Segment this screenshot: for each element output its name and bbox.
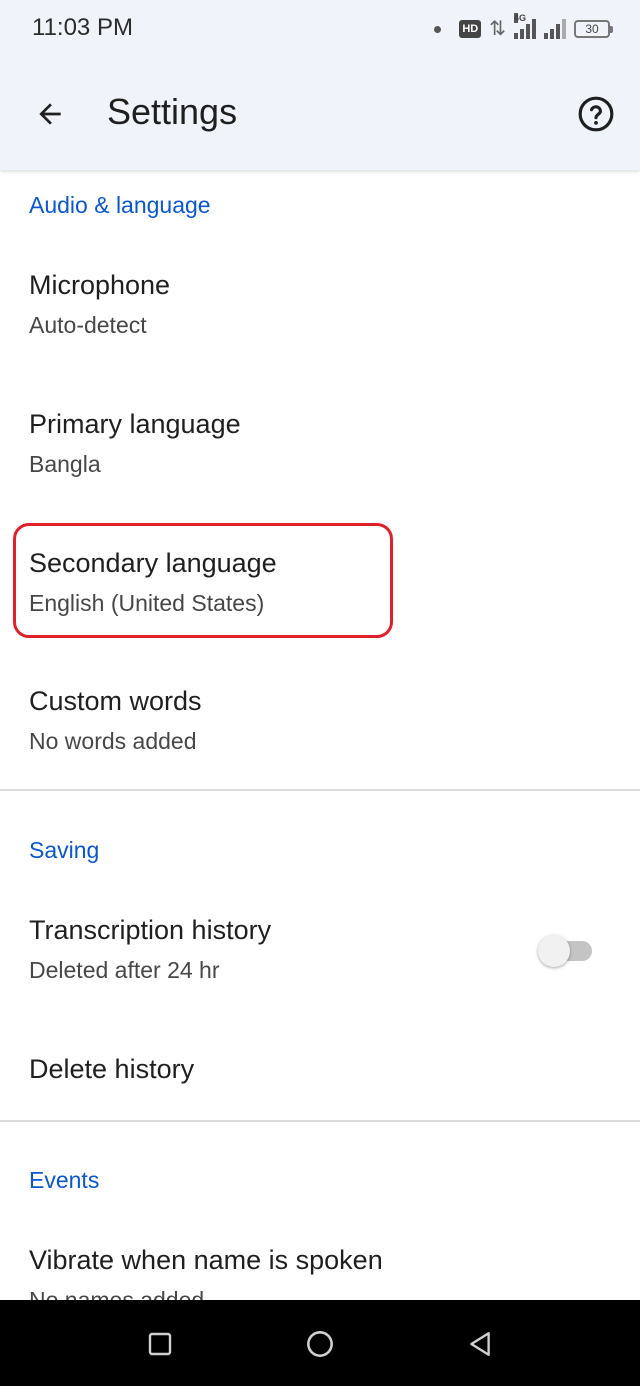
setting-title: Primary language	[29, 409, 241, 439]
help-circle-icon	[578, 96, 614, 132]
home-button[interactable]	[298, 1322, 342, 1366]
setting-item-primary-language[interactable]: Primary language Bangla	[0, 409, 640, 499]
section-header-audio-language: Audio & language	[29, 192, 211, 218]
network-type-label: 4G	[514, 13, 527, 23]
setting-subtitle: English (United States)	[29, 590, 265, 616]
data-activity-icon: ⇅	[489, 18, 506, 40]
setting-item-microphone[interactable]: Microphone Auto-detect	[0, 270, 640, 360]
app-bar: Settings	[0, 58, 640, 170]
back-button[interactable]	[26, 88, 74, 140]
arrow-back-icon	[39, 103, 61, 125]
setting-subtitle: Deleted after 24 hr	[29, 957, 220, 983]
system-nav-bar	[0, 1300, 640, 1386]
setting-title: Secondary language	[29, 548, 277, 578]
help-button[interactable]	[574, 92, 618, 136]
signal-4g-icon: 4G	[514, 13, 536, 39]
setting-item-custom-words[interactable]: Custom words No words added	[0, 686, 640, 776]
section-divider	[0, 1120, 640, 1122]
setting-title: Vibrate when name is spoken	[29, 1245, 383, 1275]
circle-icon	[307, 1331, 333, 1357]
setting-title: Delete history	[29, 1054, 195, 1084]
setting-subtitle: Auto-detect	[29, 312, 147, 338]
transcription-history-toggle[interactable]	[538, 932, 592, 967]
setting-item-vibrate-name[interactable]: Vibrate when name is spoken No names add…	[0, 1245, 640, 1300]
signal-strength-icon	[544, 19, 566, 39]
status-icons: HD ⇅ 4G 30	[434, 13, 613, 42]
hd-voice-icon: HD	[459, 20, 482, 38]
section-divider	[0, 789, 640, 791]
setting-subtitle: No words added	[29, 728, 197, 754]
setting-item-delete-history[interactable]: Delete history	[0, 1054, 640, 1114]
recents-button[interactable]	[138, 1322, 182, 1366]
notification-dot-icon	[434, 25, 442, 33]
settings-list[interactable]: Audio & language Microphone Auto-detect …	[0, 170, 640, 1300]
triangle-back-icon	[470, 1332, 490, 1356]
setting-subtitle: Bangla	[29, 451, 101, 477]
nav-back-button[interactable]	[458, 1322, 502, 1366]
square-icon	[148, 1332, 172, 1356]
setting-title: Microphone	[29, 270, 171, 300]
setting-subtitle: No names added	[29, 1287, 205, 1300]
section-header-events: Events	[29, 1167, 100, 1193]
status-time: 11:03 PM	[32, 14, 133, 41]
setting-title: Custom words	[29, 686, 202, 716]
battery-icon: 30	[574, 20, 613, 38]
setting-item-secondary-language[interactable]: Secondary language English (United State…	[0, 548, 640, 638]
toggle-thumb	[538, 935, 570, 967]
status-bar: 11:03 PM HD ⇅ 4G 30	[0, 0, 640, 58]
setting-title: Transcription history	[29, 915, 272, 945]
page-title: Settings	[107, 91, 238, 132]
section-header-saving: Saving	[29, 837, 100, 863]
